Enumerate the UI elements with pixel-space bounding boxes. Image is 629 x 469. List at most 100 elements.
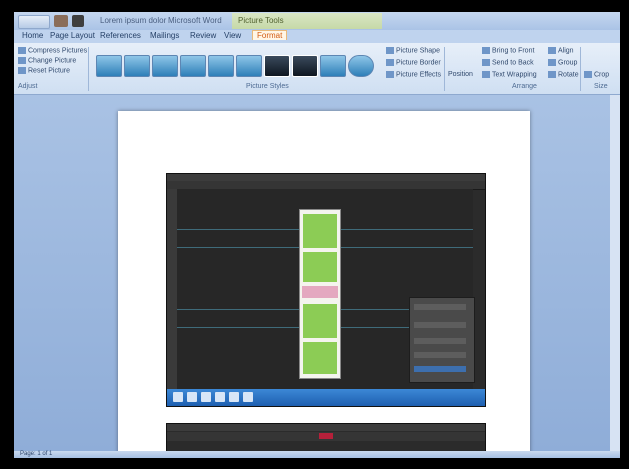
bring-to-front-icon — [482, 47, 490, 54]
tab-mailings[interactable]: Mailings — [150, 31, 179, 40]
tab-page-layout[interactable]: Page Layout — [50, 31, 95, 40]
picture-style-5[interactable] — [208, 55, 234, 77]
group-label: Group — [558, 59, 578, 67]
picture-effects-icon — [386, 71, 394, 78]
picture-style-2[interactable] — [124, 55, 150, 77]
picture-shape-button[interactable]: Picture Shape — [386, 47, 440, 54]
word-window: Lorem ipsum dolor Microsoft Word Picture… — [14, 12, 620, 458]
change-picture-icon — [18, 57, 26, 64]
taskbar-app-icon — [215, 392, 225, 402]
text-wrapping-button[interactable]: Text Wrapping — [482, 71, 537, 78]
photoshop-menu-bar — [167, 424, 485, 431]
artwork-panel — [303, 252, 337, 282]
picture-style-1[interactable] — [96, 55, 122, 77]
picture-style-7[interactable] — [264, 55, 290, 77]
office-button[interactable] — [18, 15, 50, 29]
size-group-label: Size — [594, 83, 608, 90]
align-label: Align — [558, 47, 574, 55]
reset-picture-button[interactable]: Reset Picture — [18, 67, 70, 74]
artwork-panel — [303, 214, 337, 248]
tab-home[interactable]: Home — [22, 31, 43, 40]
taskbar-app-icon — [243, 392, 253, 402]
taskbar-app-icon — [229, 392, 239, 402]
bring-to-front-label: Bring to Front — [492, 47, 535, 55]
start-icon — [173, 392, 183, 402]
align-icon — [548, 47, 556, 54]
change-picture-button[interactable]: Change Picture — [18, 57, 76, 64]
picture-effects-label: Picture Effects — [396, 71, 442, 79]
taskbar-app-icon — [201, 392, 211, 402]
group-button[interactable]: Group — [548, 59, 577, 66]
windows-taskbar — [167, 389, 485, 406]
status-bar: Page: 1 of 1 — [14, 451, 620, 458]
picture-border-button[interactable]: Picture Border — [386, 59, 441, 66]
title-bar: Lorem ipsum dolor Microsoft Word Picture… — [14, 12, 620, 30]
document-title: Lorem ipsum dolor — [100, 16, 167, 25]
picture-style-4[interactable] — [180, 55, 206, 77]
reset-picture-label: Reset Picture — [28, 67, 71, 75]
rotate-icon — [548, 71, 556, 78]
send-to-back-button[interactable]: Send to Back — [482, 59, 534, 66]
text-wrapping-icon — [482, 71, 490, 78]
crop-icon — [584, 71, 592, 78]
text-wrapping-label: Text Wrapping — [492, 71, 537, 79]
ribbon-separator — [580, 47, 581, 91]
tab-view[interactable]: View — [224, 31, 241, 40]
layers-panel — [409, 297, 475, 383]
ribbon: Compress Pictures Change Picture Reset P… — [14, 43, 620, 95]
picture-style-9[interactable] — [320, 55, 346, 77]
document-page[interactable] — [118, 111, 530, 458]
send-to-back-icon — [482, 59, 490, 66]
align-button[interactable]: Align — [548, 47, 574, 54]
picture-style-10[interactable] — [348, 55, 374, 77]
picture-style-6[interactable] — [236, 55, 262, 77]
app-name: Microsoft Word — [168, 16, 222, 25]
crop-button[interactable]: Crop — [584, 71, 609, 78]
picture-style-3[interactable] — [152, 55, 178, 77]
send-to-back-label: Send to Back — [492, 59, 534, 67]
picture-border-label: Picture Border — [396, 59, 441, 67]
picture-border-icon — [386, 59, 394, 66]
taskbar-app-icon — [187, 392, 197, 402]
change-picture-label: Change Picture — [28, 57, 77, 65]
picture-tools-header: Picture Tools — [232, 13, 382, 29]
undo-icon[interactable] — [72, 15, 84, 27]
document-area[interactable] — [14, 95, 620, 458]
position-label: Position — [448, 71, 473, 78]
layer-row — [414, 338, 466, 344]
artwork-strip — [299, 209, 341, 379]
inserted-screenshot-image[interactable] — [166, 173, 486, 407]
tab-format[interactable]: Format — [252, 30, 288, 40]
red-accent — [319, 433, 333, 439]
artwork-panel — [303, 304, 337, 338]
crop-label: Crop — [594, 71, 610, 79]
reset-picture-icon — [18, 67, 26, 74]
page-count: Page: 1 of 1 — [20, 451, 53, 457]
picture-style-8[interactable] — [292, 55, 318, 77]
rotate-button[interactable]: Rotate — [548, 71, 579, 78]
photoshop-canvas — [177, 189, 475, 389]
artwork-banner — [302, 286, 338, 298]
layer-row-selected — [414, 366, 466, 372]
compress-pictures-label: Compress Pictures — [28, 47, 88, 55]
bring-to-front-button[interactable]: Bring to Front — [482, 47, 534, 54]
ribbon-tabs: Home Page Layout References Mailings Rev… — [14, 30, 620, 43]
picture-effects-button[interactable]: Picture Effects — [386, 71, 441, 78]
group-icon — [548, 59, 556, 66]
compress-pictures-button[interactable]: Compress Pictures — [18, 47, 87, 54]
save-icon[interactable] — [54, 15, 68, 27]
artwork-panel — [303, 342, 337, 374]
ribbon-separator — [88, 47, 89, 91]
photoshop-menu-bar — [167, 174, 485, 181]
arrange-group-label: Arrange — [512, 83, 537, 90]
tab-references[interactable]: References — [100, 31, 141, 40]
picture-shape-label: Picture Shape — [396, 47, 440, 55]
tab-review[interactable]: Review — [190, 31, 216, 40]
rotate-label: Rotate — [558, 71, 579, 79]
photoshop-toolbox — [167, 189, 177, 389]
layer-row — [414, 304, 466, 310]
position-button[interactable]: Position — [448, 71, 473, 78]
picture-styles-group-label: Picture Styles — [246, 83, 289, 90]
vertical-scrollbar[interactable] — [610, 95, 620, 451]
adjust-group-label: Adjust — [18, 83, 38, 90]
